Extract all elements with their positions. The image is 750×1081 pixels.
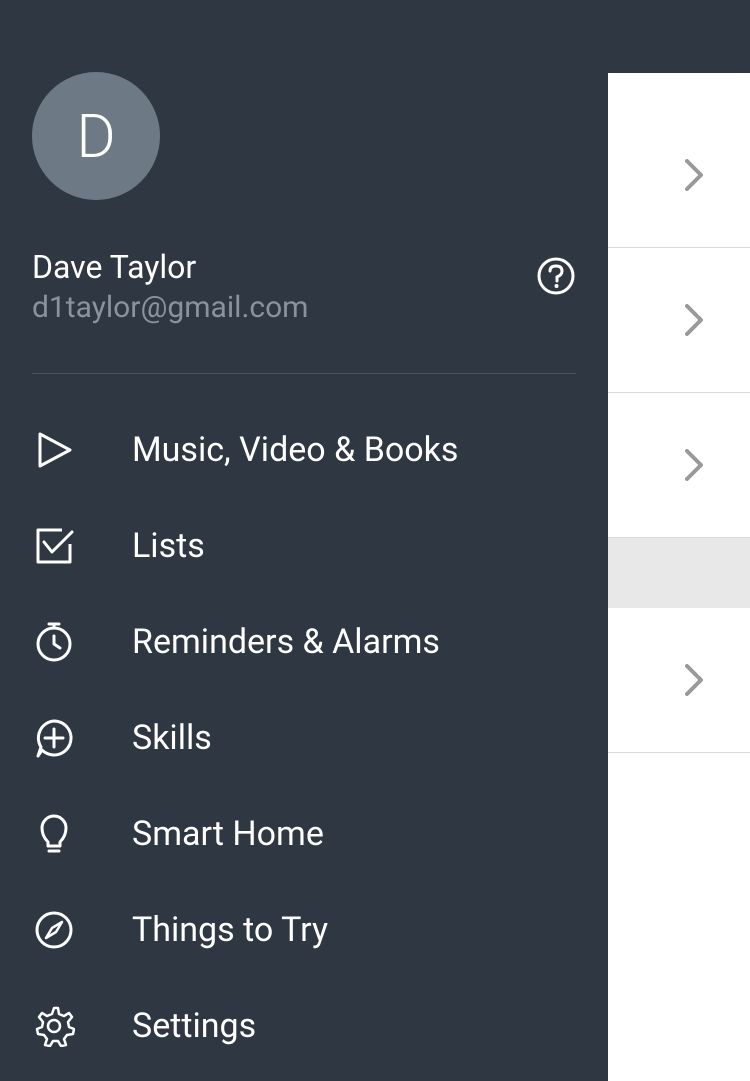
menu-item-smart-home[interactable]: Smart Home xyxy=(32,786,576,882)
gear-icon xyxy=(32,1004,76,1048)
chevron-right-icon xyxy=(685,304,705,336)
menu-item-label: Skills xyxy=(132,718,212,758)
profile-email: d1taylor@gmail.com xyxy=(32,290,576,325)
help-button[interactable] xyxy=(536,256,576,296)
menu-item-lists[interactable]: Lists xyxy=(32,498,576,594)
menu-item-skills[interactable]: Skills xyxy=(32,690,576,786)
menu-item-reminders-alarms[interactable]: Reminders & Alarms xyxy=(32,594,576,690)
checkbox-icon xyxy=(32,524,76,568)
bulb-icon xyxy=(32,812,76,856)
profile-name: Dave Taylor xyxy=(32,248,576,286)
menu-item-things-to-try[interactable]: Things to Try xyxy=(32,882,576,978)
divider xyxy=(32,373,576,374)
menu: Music, Video & Books Lists Reminders & A… xyxy=(32,402,576,1074)
menu-item-settings[interactable]: Settings xyxy=(32,978,576,1074)
avatar-initial: D xyxy=(76,101,115,172)
stopwatch-icon xyxy=(32,620,76,664)
menu-item-label: Reminders & Alarms xyxy=(132,622,440,662)
menu-item-label: Settings xyxy=(132,1006,256,1046)
menu-item-label: Things to Try xyxy=(132,910,328,950)
compass-icon xyxy=(32,908,76,952)
plus-bubble-icon xyxy=(32,716,76,760)
navigation-drawer: D Dave Taylor d1taylor@gmail.com Music, … xyxy=(0,0,608,1081)
menu-item-music-video-books[interactable]: Music, Video & Books xyxy=(32,402,576,498)
chevron-right-icon xyxy=(685,159,705,191)
menu-item-label: Smart Home xyxy=(132,814,324,854)
play-icon xyxy=(32,428,76,472)
menu-item-label: Lists xyxy=(132,526,205,566)
chevron-right-icon xyxy=(685,449,705,481)
chevron-right-icon xyxy=(685,664,705,696)
profile-section: Dave Taylor d1taylor@gmail.com xyxy=(32,248,576,325)
avatar[interactable]: D xyxy=(32,72,160,200)
menu-item-label: Music, Video & Books xyxy=(132,430,458,470)
help-icon xyxy=(536,256,576,296)
